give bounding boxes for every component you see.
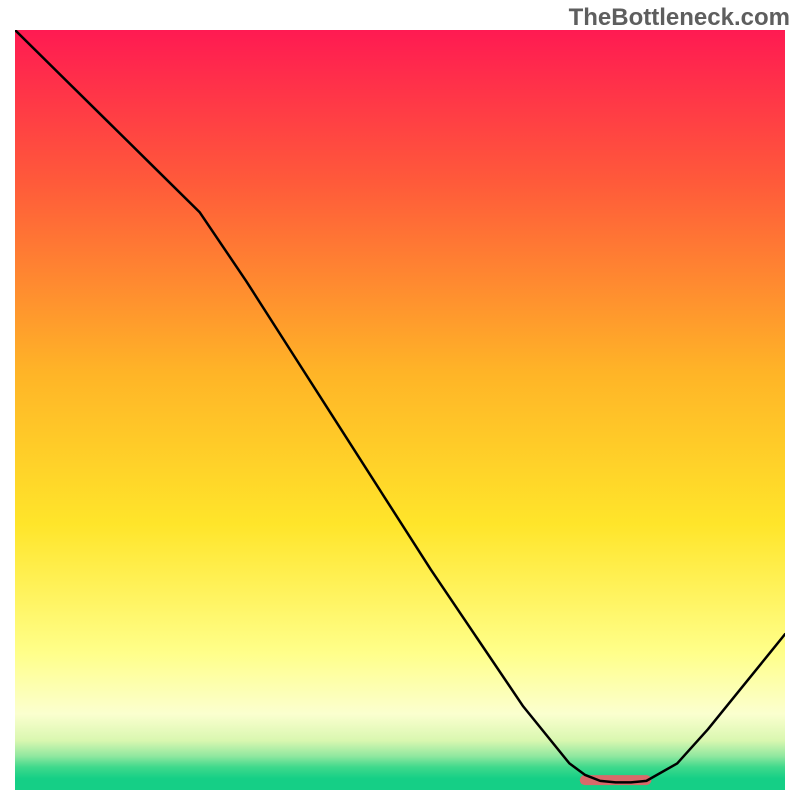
watermark-text: TheBottleneck.com <box>569 4 790 32</box>
chart-svg <box>15 30 785 790</box>
plot-area <box>15 30 785 790</box>
chart-container: TheBottleneck.com <box>0 0 800 800</box>
